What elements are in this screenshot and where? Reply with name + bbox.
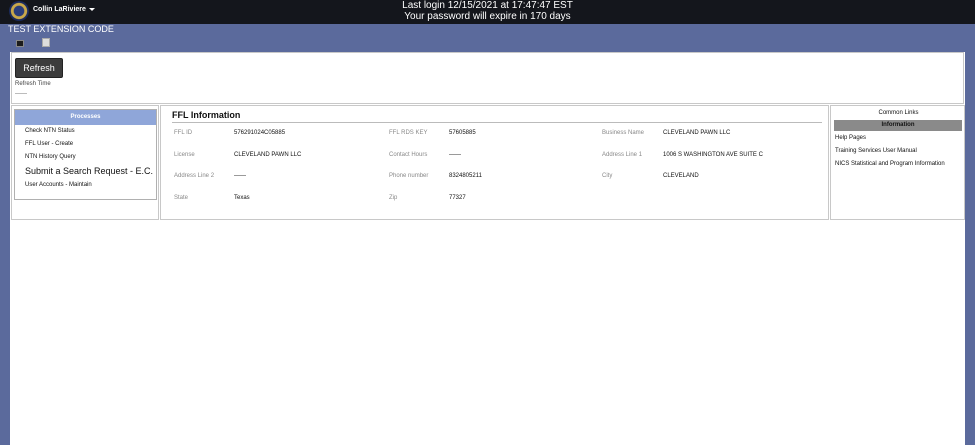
processes-header: Processes	[15, 110, 156, 125]
ffl-rds-key-value: 57605885	[449, 130, 476, 136]
ffl-id-value: 576291024C05885	[234, 130, 286, 136]
city-value: CLEVELAND	[663, 173, 699, 179]
address-line-2-label: Address Line 2	[174, 173, 215, 179]
environment-band: TEST EXTENSION CODE	[0, 24, 975, 52]
main-content: Refresh Refresh Time —— Processes Check …	[10, 52, 965, 445]
refresh-time-label: Refresh Time	[15, 81, 51, 87]
refresh-button[interactable]: Refresh	[15, 58, 63, 78]
ffl-information-panel: FFL Information FFL ID 576291024C05885 F…	[160, 105, 829, 220]
ffl-id-label: FFL ID	[174, 130, 193, 136]
process-submit-search-request[interactable]: Submit a Search Request - E.C.	[15, 164, 156, 179]
login-message: Last login 12/15/2021 at 17:47:47 EST Yo…	[300, 0, 675, 22]
license-label: License	[174, 152, 195, 158]
link-nics-statistical-program-info[interactable]: NICS Statistical and Program Information	[835, 161, 945, 167]
state-value: Texas	[234, 195, 250, 201]
phone-number-label: Phone number	[389, 173, 429, 179]
process-check-ntn-status[interactable]: Check NTN Status	[15, 125, 156, 138]
license-value: CLEVELAND PAWN LLC	[234, 152, 302, 158]
user-menu[interactable]: Collin LaRiviere	[33, 6, 95, 13]
refresh-panel: Refresh Refresh Time ——	[11, 52, 964, 104]
link-training-services-user-manual[interactable]: Training Services User Manual	[835, 148, 917, 154]
broken-image-icon	[42, 38, 110, 47]
contact-hours-value: ——	[449, 152, 461, 158]
process-user-accounts-maintain[interactable]: User Accounts - Maintain	[15, 179, 156, 192]
common-links-panel: Common Links Information Help Pages Trai…	[830, 105, 965, 220]
ffl-rds-key-label: FFL RDS KEY	[389, 130, 428, 136]
business-name-value: CLEVELAND PAWN LLC	[663, 130, 731, 136]
process-ntn-history-query[interactable]: NTN History Query	[15, 151, 156, 164]
address-line-2-value: ——	[234, 173, 246, 179]
address-line-1-label: Address Line 1	[602, 152, 643, 158]
last-login-text: Last login 12/15/2021 at 17:47:47 EST	[402, 0, 573, 11]
chevron-down-icon	[88, 7, 95, 11]
phone-number-value: 8324805211	[449, 173, 482, 179]
zip-label: Zip	[389, 195, 398, 201]
ffl-information-title: FFL Information	[172, 110, 822, 123]
password-expiry-text: Your password will expire in 170 days	[404, 11, 571, 22]
processes-panel: Processes Check NTN Status FFL User - Cr…	[11, 105, 159, 220]
process-ffl-user-create[interactable]: FFL User - Create	[15, 138, 156, 151]
business-name-label: Business Name	[602, 130, 645, 136]
fbi-seal-icon	[9, 1, 29, 21]
zip-value: 77327	[449, 195, 466, 201]
refresh-time-value: ——	[15, 91, 27, 97]
state-label: State	[174, 195, 189, 201]
information-header: Information	[834, 120, 962, 131]
common-links-title: Common Links	[878, 110, 919, 116]
link-help-pages[interactable]: Help Pages	[835, 135, 866, 141]
processes-box: Processes Check NTN Status FFL User - Cr…	[14, 109, 157, 200]
app-icon[interactable]	[16, 40, 24, 47]
address-line-1-value: 1006 S WASHINGTON AVE SUITE C	[663, 152, 763, 158]
environment-title: TEST EXTENSION CODE	[8, 24, 114, 34]
user-name: Collin LaRiviere	[33, 6, 86, 13]
top-header-bar: Collin LaRiviere Last login 12/15/2021 a…	[0, 0, 975, 24]
contact-hours-label: Contact Hours	[389, 152, 428, 158]
city-label: City	[602, 173, 613, 179]
